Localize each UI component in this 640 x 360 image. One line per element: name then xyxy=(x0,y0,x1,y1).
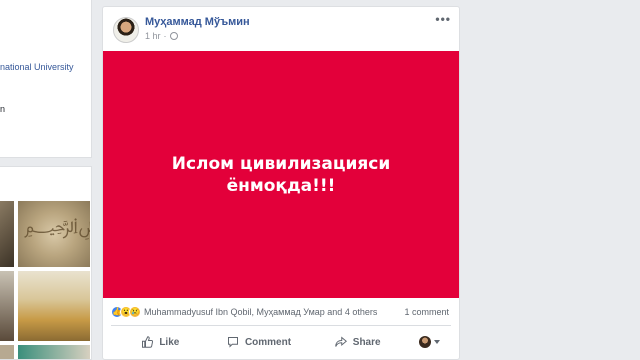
share-icon xyxy=(335,336,347,347)
like-label: Like xyxy=(159,336,180,348)
post-text-banner[interactable]: Ислом цивилизацияси ёнмоқда!!! xyxy=(103,51,459,298)
photo-thumbnail[interactable]: ﷽ xyxy=(18,201,90,267)
photo-thumbnail[interactable] xyxy=(0,271,14,341)
sad-icon: 😢 xyxy=(129,306,141,318)
post-author-name[interactable]: Муҳаммад Мўъмин xyxy=(145,16,250,28)
separator-dot: · xyxy=(163,31,167,41)
photo-thumbnail[interactable] xyxy=(0,345,14,359)
globe-icon xyxy=(169,32,178,40)
author-avatar[interactable] xyxy=(113,17,139,43)
photo-thumbnail[interactable] xyxy=(18,271,90,341)
share-button[interactable]: Share xyxy=(308,329,407,355)
more-options-icon[interactable]: ••• xyxy=(435,12,451,26)
banner-text: Ислом цивилизацияси ёнмоқда!!! xyxy=(171,153,391,196)
photo-thumbnail[interactable] xyxy=(18,345,90,359)
comment-button[interactable]: Comment xyxy=(210,329,309,355)
feed-post: Муҳаммад Мўъмин 1 hr · ••• Ислом цивилиз… xyxy=(102,6,460,360)
comments-count[interactable]: 1 comment xyxy=(404,307,449,317)
post-timestamp[interactable]: 1 hr xyxy=(145,31,161,41)
calligraphy-image: ﷽ xyxy=(24,211,90,245)
left-info-card: national University n xyxy=(0,0,92,158)
reaction-names[interactable]: Muhammadyusuf Ibn Qobil, Муҳаммад Умар a… xyxy=(144,307,377,317)
reactions-summary[interactable]: 👍 😮 😢 Muhammadyusuf Ibn Qobil, Муҳаммад … xyxy=(111,306,377,318)
post-meta: 1 hr · xyxy=(145,31,178,41)
info-text-fragment: n xyxy=(0,104,6,114)
post-as-selector[interactable] xyxy=(407,336,451,348)
viewer-avatar xyxy=(418,336,431,348)
university-link[interactable]: national University xyxy=(0,62,92,72)
left-photos-card: ﷽ xyxy=(0,166,92,360)
thumbs-up-icon xyxy=(142,336,154,348)
share-label: Share xyxy=(352,336,381,348)
comment-label: Comment xyxy=(244,336,292,348)
chevron-down-icon xyxy=(433,340,440,344)
like-button[interactable]: Like xyxy=(111,329,210,355)
photo-thumbnail[interactable] xyxy=(0,201,14,267)
comment-icon xyxy=(227,337,238,348)
divider xyxy=(111,325,451,326)
post-actions-bar: Like Comment Share xyxy=(111,329,451,355)
